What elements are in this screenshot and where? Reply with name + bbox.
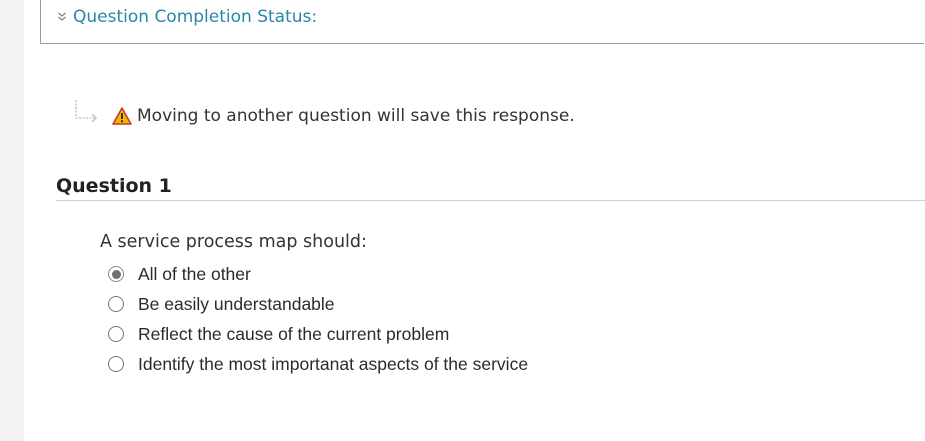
- answer-option-label[interactable]: Be easily understandable: [138, 294, 335, 315]
- return-arrow-icon: [75, 100, 98, 123]
- answer-option-label[interactable]: Reflect the cause of the current problem: [138, 324, 449, 345]
- radio-button[interactable]: [108, 296, 124, 312]
- answer-options: All of the other Be easily understandabl…: [108, 259, 528, 379]
- answer-option-label[interactable]: Identify the most importanat aspects of …: [138, 354, 528, 375]
- answer-option-label[interactable]: All of the other: [138, 264, 251, 285]
- heading-divider: [56, 200, 925, 201]
- completion-status-panel: Question Completion Status:: [40, 0, 924, 44]
- completion-status-toggle[interactable]: Question Completion Status:: [57, 7, 317, 27]
- radio-button[interactable]: [108, 326, 124, 342]
- question-prompt: A service process map should:: [100, 232, 367, 252]
- radio-button[interactable]: [108, 356, 124, 372]
- answer-option[interactable]: Be easily understandable: [108, 289, 528, 319]
- warning-icon: [112, 107, 132, 125]
- notice-text: Moving to another question will save thi…: [137, 106, 575, 126]
- question-heading: Question 1: [56, 175, 172, 197]
- answer-option[interactable]: Reflect the cause of the current problem: [108, 319, 528, 349]
- answer-option[interactable]: All of the other: [108, 259, 528, 289]
- save-notice: Moving to another question will save thi…: [72, 98, 575, 126]
- left-rail: [0, 0, 24, 441]
- completion-status-label[interactable]: Question Completion Status:: [73, 7, 317, 27]
- radio-button[interactable]: [108, 266, 124, 282]
- answer-option[interactable]: Identify the most importanat aspects of …: [108, 349, 528, 379]
- double-chevron-down-icon: [58, 12, 66, 21]
